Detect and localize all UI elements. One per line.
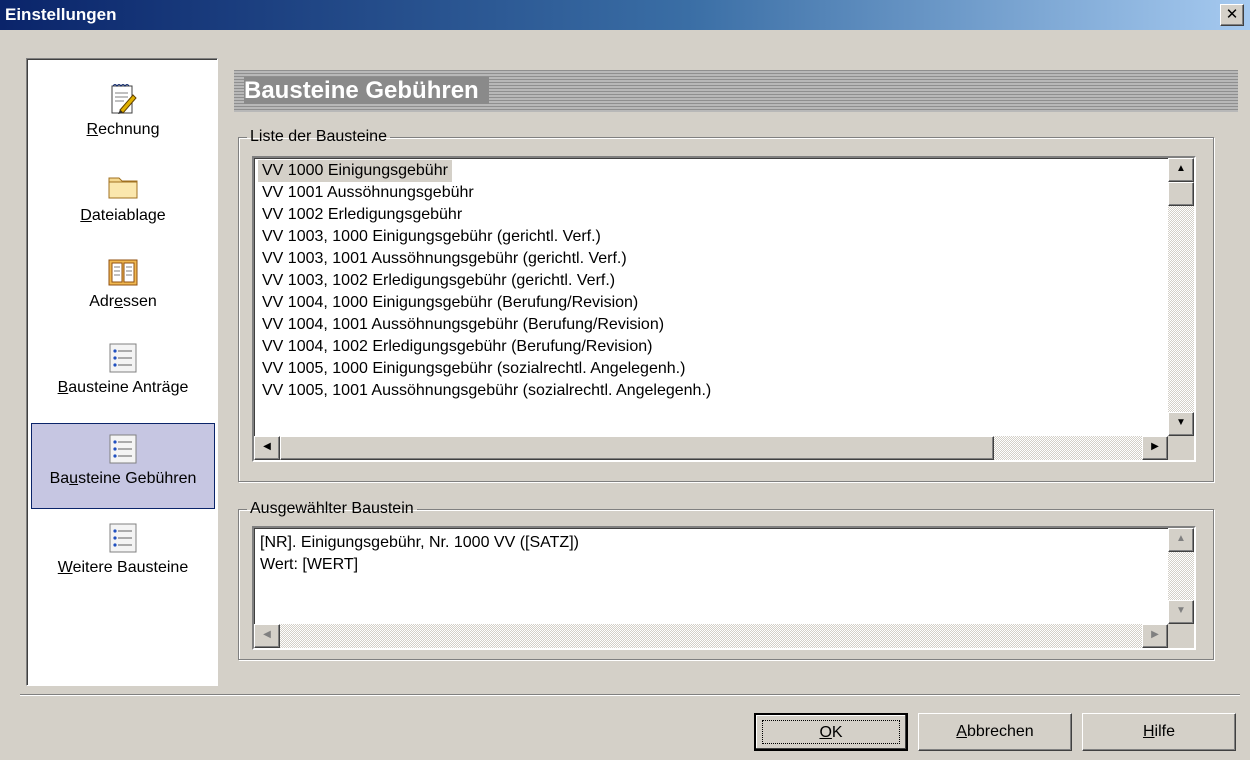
list-rows: VV 1000 Einigungsgebühr VV 1001 Aussöhnun…	[258, 160, 715, 402]
scroll-right-button[interactable]: ▶	[1142, 624, 1168, 648]
list-item[interactable]: VV 1003, 1000 Einigungsgebühr (gerichtl.…	[258, 226, 715, 248]
list-item[interactable]: VV 1003, 1001 Aussöhnungsgebühr (gericht…	[258, 248, 715, 270]
sidebar-item-dateiablage[interactable]: Dateiablage	[31, 161, 215, 247]
list-item[interactable]: VV 1003, 1002 Erledigungsgebühr (gericht…	[258, 270, 715, 292]
list-horizontal-scrollbar[interactable]: ◀ ▶	[254, 436, 1168, 460]
focus-rect: OK	[762, 720, 900, 744]
text-block-icon	[109, 434, 137, 464]
sidebar-item-adressen[interactable]: Adressen	[31, 247, 215, 333]
text-block-icon	[109, 523, 137, 553]
sidebar-item-rechnung[interactable]: Rechnung	[31, 75, 215, 161]
footer-divider	[20, 694, 1240, 696]
list-item[interactable]: VV 1005, 1000 Einigungsgebühr (sozialrec…	[258, 358, 715, 380]
list-item[interactable]: VV 1002 Erledigungsgebühr	[258, 204, 715, 226]
scroll-thumb[interactable]	[1168, 182, 1194, 206]
scroll-corner	[1168, 436, 1194, 460]
list-item[interactable]: VV 1004, 1001 Aussöhnungsgebühr (Berufun…	[258, 314, 715, 336]
text-vertical-scrollbar[interactable]: ▲ ▼	[1168, 528, 1194, 624]
help-button[interactable]: Hilfe	[1082, 713, 1236, 751]
list-item[interactable]: VV 1005, 1001 Aussöhnungsgebühr (sozialr…	[258, 380, 715, 402]
sidebar-item-bausteine-antraege[interactable]: Bausteine Anträge	[31, 333, 215, 419]
list-vertical-scrollbar[interactable]: ▲ ▼	[1168, 158, 1194, 436]
sidebar-item-label: Bausteine Gebühren	[49, 470, 197, 487]
scroll-corner	[1168, 624, 1194, 648]
selected-group-label: Ausgewählter Baustein	[250, 500, 414, 517]
scroll-down-button[interactable]: ▼	[1168, 600, 1194, 624]
list-item[interactable]: VV 1001 Aussöhnungsgebühr	[258, 182, 715, 204]
scroll-left-button[interactable]: ◀	[254, 624, 280, 648]
sidebar-item-label: Dateiablage	[80, 207, 166, 224]
selected-baustein-text: [NR]. Einigungsgebühr, Nr. 1000 VV ([SAT…	[260, 532, 579, 576]
section-header: Bausteine Gebühren	[234, 70, 1238, 112]
baustein-listbox[interactable]: VV 1000 Einigungsgebühr VV 1001 Aussöhnun…	[252, 156, 1196, 462]
selected-text-line: [NR]. Einigungsgebühr, Nr. 1000 VV ([SAT…	[260, 534, 579, 551]
close-button[interactable]: ✕	[1220, 4, 1244, 26]
settings-sidebar: Rechnung Dateiablage Adressen Bausteine …	[26, 58, 218, 686]
title-bar: Einstellungen ✕	[0, 0, 1250, 30]
text-horizontal-scrollbar[interactable]: ◀ ▶	[254, 624, 1168, 648]
page-title: Bausteine Gebühren	[244, 77, 489, 104]
sidebar-item-weitere-bausteine[interactable]: Weitere Bausteine	[31, 513, 215, 599]
scroll-up-button[interactable]: ▲	[1168, 158, 1194, 182]
scroll-right-button[interactable]: ▶	[1142, 436, 1168, 460]
scroll-down-button[interactable]: ▼	[1168, 412, 1194, 436]
sidebar-item-label: Bausteine Anträge	[57, 379, 189, 396]
list-item[interactable]: VV 1004, 1000 Einigungsgebühr (Berufung/…	[258, 292, 715, 314]
scroll-up-button[interactable]: ▲	[1168, 528, 1194, 552]
window-title: Einstellungen	[5, 5, 117, 24]
list-group-label: Liste der Bausteine	[250, 128, 387, 145]
folder-icon	[108, 177, 138, 199]
cancel-button[interactable]: Abbrechen	[918, 713, 1072, 751]
sidebar-item-label: Rechnung	[86, 121, 160, 138]
scroll-left-button[interactable]: ◀	[254, 436, 280, 460]
selected-text-line: Wert: [WERT]	[260, 556, 359, 573]
scroll-thumb[interactable]	[280, 436, 994, 460]
list-item[interactable]: VV 1000 Einigungsgebühr	[258, 160, 452, 182]
list-item[interactable]: VV 1004, 1002 Erledigungsgebühr (Berufun…	[258, 336, 715, 358]
invoice-icon	[111, 84, 137, 114]
address-book-icon	[108, 259, 138, 286]
sidebar-item-bausteine-gebuehren[interactable]: Bausteine Gebühren	[31, 423, 215, 509]
text-block-icon	[109, 343, 137, 373]
sidebar-item-label: Weitere Bausteine	[57, 559, 189, 576]
selected-baustein-textarea[interactable]: [NR]. Einigungsgebühr, Nr. 1000 VV ([SAT…	[252, 526, 1196, 650]
ok-button[interactable]: OK	[754, 713, 908, 751]
sidebar-item-label: Adressen	[89, 293, 157, 310]
